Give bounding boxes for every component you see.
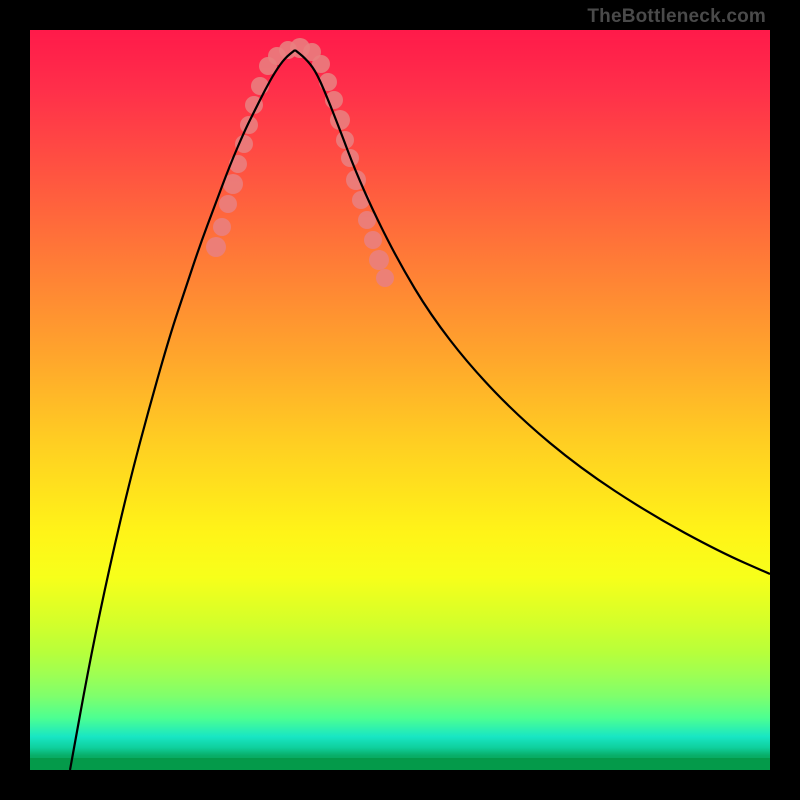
left-curve xyxy=(70,50,295,770)
watermark-text: TheBottleneck.com xyxy=(587,6,766,28)
highlight-dot xyxy=(358,211,376,229)
dots-layer xyxy=(206,38,394,287)
highlight-dot xyxy=(219,195,237,213)
plot-area xyxy=(30,30,770,770)
chart-svg xyxy=(30,30,770,770)
right-curve xyxy=(295,50,770,574)
highlight-dot xyxy=(235,135,253,153)
highlight-dot xyxy=(364,231,382,249)
highlight-dot xyxy=(376,269,394,287)
highlight-dot xyxy=(319,73,337,91)
highlight-dot xyxy=(369,250,389,270)
highlight-dot xyxy=(206,237,226,257)
highlight-dot xyxy=(240,116,258,134)
highlight-dot xyxy=(213,218,231,236)
